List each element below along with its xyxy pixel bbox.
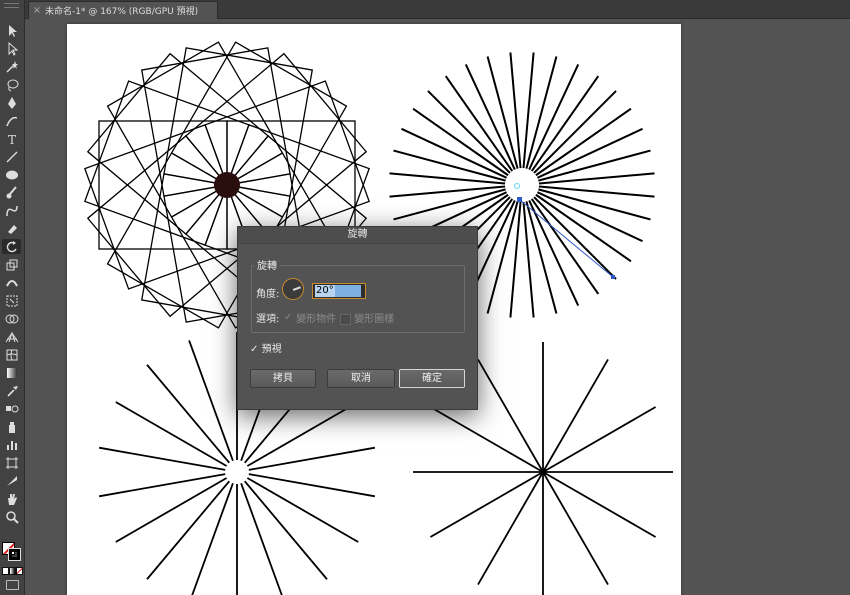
preview-option[interactable]: ✓ 預視	[250, 340, 282, 355]
transform-patterns-checkbox[interactable]	[340, 313, 351, 325]
burst-line	[429, 471, 544, 538]
burst-line	[444, 75, 514, 172]
transform-objects-checkbox[interactable]: ✓	[284, 312, 293, 324]
scale-tool-icon[interactable]	[2, 257, 21, 272]
burst-line	[530, 198, 600, 295]
none-button[interactable]	[16, 567, 23, 575]
transform-patterns-label: 變形圖樣	[354, 314, 395, 325]
close-tab-icon[interactable]: ×	[29, 5, 45, 16]
burst-line	[542, 406, 657, 473]
dialog-title: 旋轉	[238, 227, 477, 244]
svg-text:T: T	[8, 133, 16, 146]
tools-panel: T	[0, 0, 25, 595]
burst-line	[191, 482, 234, 595]
mesh-tool-icon[interactable]	[2, 347, 21, 362]
paintbrush-tool-icon[interactable]	[2, 185, 21, 200]
direct-selection-tool-icon[interactable]	[2, 41, 21, 56]
anchor-point	[611, 275, 615, 279]
document-tab-bar: × 未命名-1* @ 167% (RGB/GPU 預視)	[25, 0, 850, 19]
copy-button[interactable]: 拷貝	[250, 369, 316, 388]
burst-line	[412, 107, 509, 177]
stroke-swatch[interactable]	[8, 548, 21, 561]
angle-input-value: 20°	[315, 285, 335, 297]
burst-line	[542, 471, 657, 538]
document-tab[interactable]: × 未命名-1* @ 167% (RGB/GPU 預視)	[28, 1, 218, 19]
burst-line	[146, 480, 230, 580]
selection-tool-icon[interactable]	[2, 23, 21, 38]
burst-line	[535, 193, 632, 263]
transform-patterns-option[interactable]: 變形圖樣	[340, 310, 394, 325]
burst-line	[98, 473, 226, 498]
curvature-tool-icon[interactable]	[2, 113, 21, 128]
gradient-tool-icon[interactable]	[2, 365, 21, 380]
burst-line	[477, 358, 544, 473]
preview-check-icon[interactable]: ✓	[250, 344, 258, 355]
type-tool-icon[interactable]: T	[2, 131, 21, 146]
angle-input-highlight	[335, 285, 361, 297]
burst-line	[98, 446, 226, 471]
magic-wand-tool-icon[interactable]	[2, 59, 21, 74]
burst-line	[244, 480, 328, 580]
slice-tool-icon[interactable]	[2, 473, 21, 488]
lasso-tool-icon[interactable]	[2, 77, 21, 92]
free-transform-tool-icon[interactable]	[2, 293, 21, 308]
transform-objects-option[interactable]: ✓ 變形物件	[284, 310, 337, 326]
options-label: 選項:	[256, 314, 280, 325]
hand-tool-icon[interactable]	[2, 491, 21, 506]
burst-line	[477, 471, 544, 586]
width-tool-icon[interactable]	[2, 275, 21, 290]
symbol-sprayer-tool-icon[interactable]	[2, 419, 21, 434]
rotate-group-label: 旋轉	[254, 257, 280, 272]
burst-line	[542, 471, 609, 586]
burst-line	[248, 446, 376, 471]
zoom-tool-icon[interactable]	[2, 509, 21, 524]
panel-grip[interactable]	[4, 3, 19, 8]
pen-tool-icon[interactable]	[2, 95, 21, 110]
transform-objects-label: 變形物件	[296, 314, 337, 325]
eyedropper-tool-icon[interactable]	[2, 383, 21, 398]
rotate-dialog: 旋轉 旋轉 角度: 20° 選項: ✓ 變形物件 變形圖樣 ✓ 預視 拷貝 取消…	[237, 226, 478, 410]
rosette-center	[214, 172, 240, 198]
angle-input[interactable]: 20°	[312, 283, 366, 299]
cancel-button[interactable]: 取消	[327, 369, 395, 388]
column-graph-tool-icon[interactable]	[2, 437, 21, 452]
document-tab-title: 未命名-1* @ 167% (RGB/GPU 預視)	[45, 7, 199, 17]
perspective-grid-tool-icon[interactable]	[2, 329, 21, 344]
burst-line	[530, 75, 600, 172]
anchor-point	[517, 197, 522, 202]
burst-line	[188, 340, 234, 462]
eraser-tool-icon[interactable]	[2, 221, 21, 236]
ok-button[interactable]: 確定	[399, 369, 465, 388]
shaper-tool-icon[interactable]	[2, 203, 21, 218]
angle-dial-hand	[292, 286, 301, 291]
burst-line	[246, 401, 359, 467]
ellipse-tool-icon[interactable]	[2, 167, 21, 182]
line-tool-icon[interactable]	[2, 149, 21, 164]
rotation-origin-marker	[514, 183, 520, 189]
burst-line	[240, 482, 283, 595]
fill-stroke-swatches[interactable]	[1, 540, 23, 564]
artboard-tool-icon[interactable]	[2, 455, 21, 470]
rotate-tool-icon[interactable]	[2, 239, 21, 254]
blend-tool-icon[interactable]	[2, 401, 21, 416]
burst-line	[248, 473, 376, 498]
burst-line	[115, 477, 228, 543]
preview-label: 預視	[261, 344, 282, 355]
angle-dial[interactable]	[282, 278, 304, 300]
color-mode-buttons[interactable]	[2, 567, 23, 575]
burst-line	[542, 358, 609, 473]
color-button[interactable]	[2, 567, 9, 575]
shape-builder-tool-icon[interactable]	[2, 311, 21, 326]
gradient-button[interactable]	[9, 567, 16, 575]
burst-line	[115, 401, 228, 467]
angle-label: 角度:	[256, 289, 280, 300]
burst-line	[535, 107, 632, 177]
screen-mode-icon[interactable]	[6, 580, 19, 590]
burst-line	[429, 406, 544, 473]
burst-line	[146, 364, 230, 464]
burst-line	[246, 477, 359, 543]
